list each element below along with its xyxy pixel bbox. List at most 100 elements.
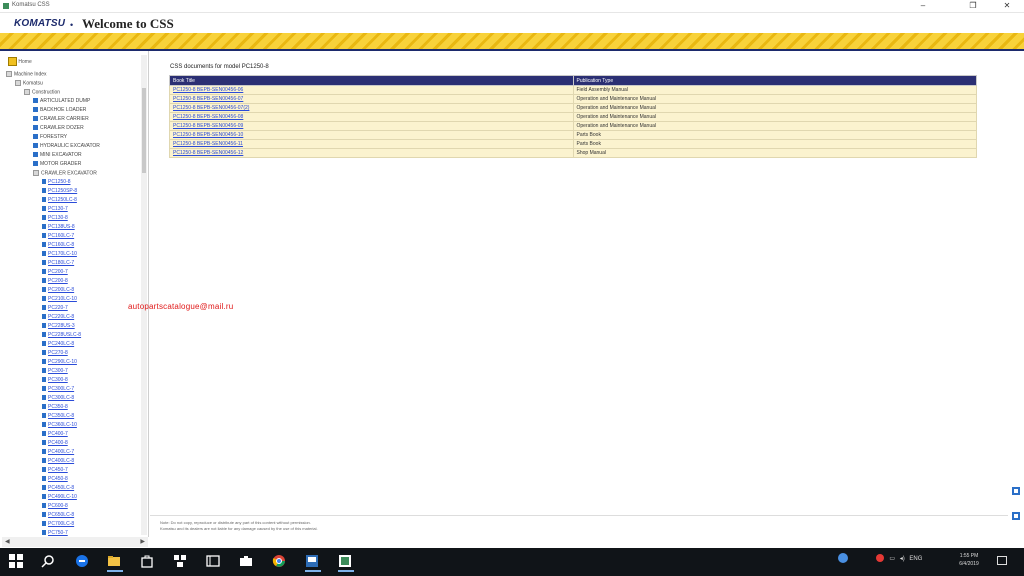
scroll-left-icon[interactable]: ◀	[5, 538, 10, 545]
maximize-button[interactable]: ❐	[958, 0, 988, 12]
tree-model-link[interactable]: PC138US-8	[42, 224, 75, 231]
tree-model-link[interactable]: PC350-8	[42, 404, 68, 411]
tree-model-link[interactable]: PC228USLC-8	[42, 332, 81, 339]
tree-node[interactable]: CRAWLER DOZER	[33, 125, 84, 132]
document-link[interactable]: PC1250-8 BEPB-SEN00456-07(2)	[169, 103, 574, 113]
volume-icon[interactable]: ◂)	[900, 556, 905, 562]
tree-model-link[interactable]: PC400LC-7	[42, 449, 74, 456]
tree-model-link[interactable]: PC400-8	[42, 440, 68, 447]
tree-node-label: PC700LC-8	[48, 521, 75, 527]
tree-model-link[interactable]: PC210LC-10	[42, 296, 77, 303]
edge-browser-icon[interactable]	[75, 554, 91, 570]
document-link[interactable]: PC1250-8 BEPB-SEN00456-06	[169, 85, 574, 95]
expand-icon[interactable]	[1012, 487, 1020, 495]
tree-node-label: PC138US-8	[48, 224, 75, 230]
tree-node[interactable]: MINI EXCAVATOR	[33, 152, 82, 159]
tree-model-link[interactable]: PC130-8	[42, 215, 68, 222]
tree-model-link[interactable]: PC270-8	[42, 350, 68, 357]
home-link[interactable]: Home	[8, 57, 32, 66]
collapse-icon[interactable]	[1012, 512, 1020, 520]
search-icon[interactable]	[41, 554, 57, 570]
tree-node-label: PC1250LC-8	[48, 197, 77, 203]
tree-model-link[interactable]: PC700LC-8	[42, 521, 74, 528]
css-app-icon[interactable]	[305, 554, 321, 572]
tree-model-link[interactable]: PC300-7	[42, 368, 68, 375]
tree-model-link[interactable]: PC228US-3	[42, 323, 75, 330]
document-link[interactable]: PC1250-8 BEPB-SEN00456-09	[169, 121, 574, 131]
tree-model-link[interactable]: PC1250-8	[42, 179, 71, 186]
tree-model-link[interactable]: PC170LC-10	[42, 251, 77, 258]
active-window-icon[interactable]	[338, 554, 354, 572]
tree-model-link[interactable]: PC750-7	[42, 530, 68, 537]
tree-model-link[interactable]: PC200-7	[42, 269, 68, 276]
tree-model-link[interactable]: PC490LC-10	[42, 494, 77, 501]
tree-model-link[interactable]: PC450LC-8	[42, 485, 74, 492]
document-link[interactable]: PC1250-8 BEPB-SEN00456-07	[169, 94, 574, 104]
tree-node-label: Machine Index	[14, 71, 47, 78]
document-link[interactable]: PC1250-8 BEPB-SEN00456-10	[169, 130, 574, 140]
tree-model-link[interactable]: PC160LC-8	[42, 242, 74, 249]
tree-node[interactable]: Construction	[24, 89, 60, 96]
tree-model-link[interactable]: PC220LC-8	[42, 314, 74, 321]
sidebar-horizontal-scrollbar[interactable]: ◀ ▶	[2, 537, 148, 547]
tray-status-icon[interactable]	[838, 553, 848, 563]
tree-node[interactable]: CRAWLER EXCAVATOR	[33, 170, 97, 177]
tree-model-link[interactable]: PC450-8	[42, 476, 68, 483]
main-scrollbar[interactable]	[1009, 51, 1022, 537]
tree-node[interactable]: BACKHOE LOADER	[33, 107, 86, 114]
tree-node-label: PC450LC-8	[48, 485, 75, 491]
page-footer: Note: Do not copy, reproduce or distribu…	[150, 515, 1008, 538]
network-tools-icon[interactable]	[173, 554, 189, 570]
tree-model-link[interactable]: PC200LC-8	[42, 287, 74, 294]
tree-model-link[interactable]: PC650LC-8	[42, 512, 74, 519]
document-icon	[42, 404, 46, 410]
tree-model-link[interactable]: PC290LC-10	[42, 359, 77, 366]
document-link[interactable]: PC1250-8 BEPB-SEN00456-08	[169, 112, 574, 122]
tree-node[interactable]: MOTOR GRADER	[33, 161, 81, 168]
tree-model-link[interactable]: PC600-8	[42, 503, 68, 510]
tree-model-link[interactable]: PC450-7	[42, 467, 68, 474]
tree-model-link[interactable]: PC1250LC-8	[42, 197, 77, 204]
tree-model-link[interactable]: PC200-8	[42, 278, 68, 285]
file-explorer-icon[interactable]	[107, 554, 123, 572]
chrome-icon[interactable]	[272, 554, 288, 570]
tree-model-link[interactable]: PC1250SP-8	[42, 188, 77, 195]
document-link[interactable]: PC1250-8 BEPB-SEN00456-11	[169, 139, 574, 149]
language-indicator[interactable]: ENG	[909, 556, 922, 562]
tree-node[interactable]: Machine Index	[6, 71, 47, 78]
tree-model-link[interactable]: PC240LC-8	[42, 341, 74, 348]
tree-model-link[interactable]: PC360LC-10	[42, 422, 77, 429]
tree-model-link[interactable]: PC400LC-8	[42, 458, 74, 465]
store-icon[interactable]	[140, 554, 156, 570]
notifications-icon[interactable]	[997, 556, 1007, 565]
document-link[interactable]: PC1250-8 BEPB-SEN00456-12	[169, 148, 574, 158]
start-icon[interactable]	[9, 554, 25, 570]
tree-model-link[interactable]: PC300-8	[42, 377, 68, 384]
tree-model-link[interactable]: PC130-7	[42, 206, 68, 213]
tree-node-label: Construction	[32, 89, 61, 96]
tree-model-link[interactable]: PC300LC-7	[42, 386, 74, 393]
close-button[interactable]: ✕	[992, 0, 1022, 12]
tree-node[interactable]: ARTICULATED DUMP	[33, 98, 90, 105]
sidebar-scroll-thumb[interactable]	[142, 88, 146, 173]
scroll-right-icon[interactable]: ▶	[140, 538, 145, 545]
terminal-icon[interactable]	[206, 554, 222, 570]
minimize-button[interactable]: –	[908, 0, 938, 12]
tree-node[interactable]: CRAWLER CARRIER	[33, 116, 89, 123]
briefcase-icon[interactable]	[239, 554, 255, 570]
tree-model-link[interactable]: PC350LC-8	[42, 413, 74, 420]
tree-model-link[interactable]: PC220-7	[42, 305, 68, 312]
tree-model-link[interactable]: PC160LC-7	[42, 233, 74, 240]
tree-node[interactable]: FORESTRY	[33, 134, 67, 141]
network-icon[interactable]: ▭	[889, 556, 895, 562]
clock[interactable]: 1:55 PM 6/4/2019	[952, 552, 986, 568]
document-icon	[42, 467, 46, 473]
tree-model-link[interactable]: PC400-7	[42, 431, 68, 438]
tree-model-link[interactable]: PC180LC-7	[42, 260, 74, 267]
tree-node-label: PC180LC-7	[48, 260, 75, 266]
tree-model-link[interactable]: PC300LC-8	[42, 395, 74, 402]
tree-node[interactable]: HYDRAULIC EXCAVATOR	[33, 143, 100, 150]
tray-alert-icon[interactable]	[875, 554, 884, 562]
table-row: PC1250-8 BEPB-SEN00456-08 Operation and M…	[169, 112, 977, 122]
tree-node[interactable]: Komatsu	[15, 80, 43, 87]
